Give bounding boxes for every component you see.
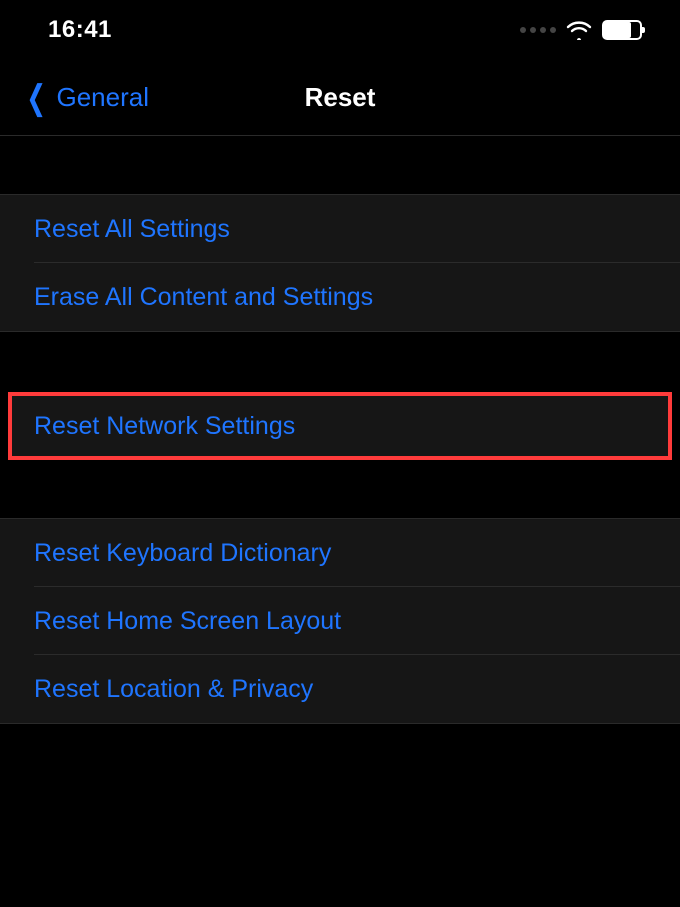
reset-home-screen-layout-row[interactable]: Reset Home Screen Layout [0,587,680,655]
row-label: Reset Network Settings [34,412,295,441]
status-time: 16:41 [48,16,112,44]
nav-bar: ❮ General Reset [0,60,680,136]
page-title: Reset [305,82,376,113]
section-gap [0,136,680,194]
reset-network-group: Reset Network Settings [8,392,672,460]
reset-network-settings-row[interactable]: Reset Network Settings [8,392,672,460]
row-label: Reset All Settings [34,215,230,244]
status-bar: 16:41 [0,0,680,60]
reset-all-settings-row[interactable]: Reset All Settings [0,195,680,263]
reset-group-3: Reset Keyboard Dictionary Reset Home Scr… [0,518,680,724]
row-label: Reset Keyboard Dictionary [34,539,331,568]
cellular-dots-icon [520,27,556,33]
status-right [520,20,642,40]
battery-icon [602,20,642,40]
row-label: Reset Home Screen Layout [34,607,341,636]
back-button[interactable]: ❮ General [0,81,149,115]
back-label: General [57,82,150,113]
section-gap [0,460,680,518]
reset-keyboard-dictionary-row[interactable]: Reset Keyboard Dictionary [0,519,680,587]
erase-all-content-row[interactable]: Erase All Content and Settings [0,263,680,331]
chevron-left-icon: ❮ [26,81,46,115]
row-label: Reset Location & Privacy [34,675,313,704]
reset-group-1: Reset All Settings Erase All Content and… [0,194,680,332]
section-gap [0,332,680,392]
wifi-icon [566,20,592,40]
row-label: Erase All Content and Settings [34,283,373,312]
reset-location-privacy-row[interactable]: Reset Location & Privacy [0,655,680,723]
